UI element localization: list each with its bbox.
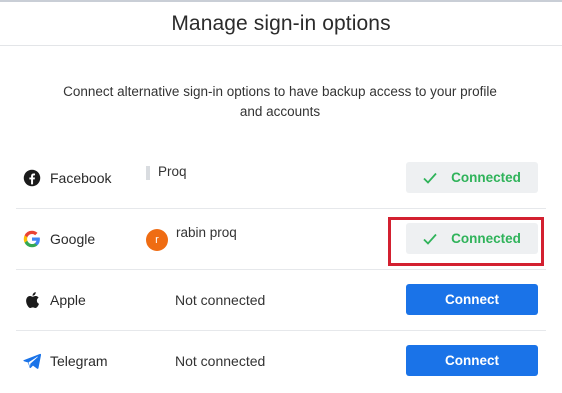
dialog-description: Connect alternative sign-in options to h… (63, 84, 497, 119)
provider-row-apple: Apple Not connected Connect (16, 270, 546, 331)
telegram-icon (22, 351, 42, 371)
button-label: Connected (451, 231, 521, 246)
dialog-title: Manage sign-in options (171, 11, 391, 35)
sign-in-options-dialog: Manage sign-in options Connect alternati… (0, 0, 562, 393)
account-name: Proq (158, 164, 187, 179)
connection-status: Not connected (175, 292, 266, 308)
connection-status: Not connected (175, 353, 266, 369)
account-name: rabin proq (176, 225, 237, 240)
provider-list: Facebook Proq Connected Google r rabin p… (16, 148, 546, 392)
connected-account: Proq (146, 164, 187, 180)
apple-icon (22, 290, 42, 310)
provider-name: Telegram (50, 353, 108, 369)
facebook-icon (22, 168, 42, 188)
account-avatar: r (146, 229, 168, 251)
connect-button-apple[interactable]: Connect (406, 284, 538, 315)
account-avatar (146, 166, 150, 180)
connected-account: r rabin proq (146, 225, 237, 251)
provider-name: Apple (50, 292, 86, 308)
connected-button-google[interactable]: Connected (406, 223, 538, 254)
google-icon (22, 229, 42, 249)
provider-row-google: Google r rabin proq Connected (16, 209, 546, 270)
provider-row-facebook: Facebook Proq Connected (16, 148, 546, 209)
connect-button-telegram[interactable]: Connect (406, 345, 538, 376)
provider-name: Facebook (50, 170, 112, 186)
provider-name: Google (50, 231, 96, 247)
connected-button-facebook[interactable]: Connected (406, 162, 538, 193)
provider-row-telegram: Telegram Not connected Connect (16, 331, 546, 392)
dialog-header: Manage sign-in options (0, 2, 562, 46)
button-label: Connected (451, 170, 521, 185)
checkmark-icon (423, 233, 437, 245)
checkmark-icon (423, 172, 437, 184)
